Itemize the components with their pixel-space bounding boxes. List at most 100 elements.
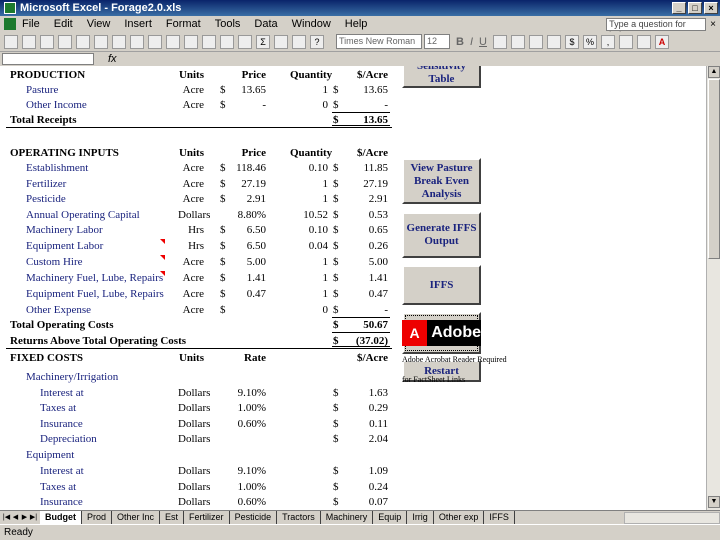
sheet-tab-iffs[interactable]: IFFS [484, 511, 515, 524]
help-search-input[interactable]: Type a question for help [606, 17, 707, 40]
email-icon[interactable] [76, 34, 90, 49]
comment-indicator-icon[interactable] [160, 255, 165, 260]
merge-icon[interactable] [546, 34, 561, 49]
comma-icon[interactable]: , [600, 34, 615, 49]
font-name-select[interactable]: Times New Roman [336, 34, 422, 49]
menu-tools[interactable]: Tools [215, 18, 241, 30]
table-row[interactable]: Annual Operating Capital Dollars 8.80% 10.5… [0, 208, 400, 223]
print-icon[interactable] [94, 34, 108, 49]
iffs-button[interactable]: IFFS [402, 265, 481, 305]
menu-help[interactable]: Help [345, 18, 368, 30]
menu-view[interactable]: View [87, 18, 111, 30]
sheet-tab-budget[interactable]: Budget [40, 511, 82, 524]
sort-icon[interactable] [274, 34, 288, 49]
table-row[interactable]: Establishment Acre $118.46 0.10 $11.85 [0, 161, 400, 176]
copy-icon[interactable] [166, 34, 180, 49]
print-preview-icon[interactable] [112, 34, 126, 49]
scroll-down-icon[interactable]: ▼ [708, 496, 720, 508]
table-row[interactable]: Machinery/Irrigation [0, 370, 400, 385]
chart-icon[interactable] [292, 34, 306, 49]
horizontal-scrollbar[interactable] [624, 511, 720, 524]
table-row[interactable]: Equipment Fuel, Lube, Repairs Acre $0.47 1 $… [0, 287, 400, 302]
close-button[interactable]: × [704, 2, 718, 14]
table-row[interactable]: Interest at Dollars 9.10% $1.63 [0, 386, 400, 401]
table-row[interactable]: PRODUCTION Units Price Quantity $/Acre [0, 68, 400, 83]
autosum-icon[interactable]: Σ [256, 34, 270, 49]
comment-indicator-icon[interactable] [160, 239, 165, 244]
percent-icon[interactable]: % [582, 34, 597, 49]
fill-color-icon[interactable] [636, 34, 651, 49]
spelling-icon[interactable] [130, 34, 144, 49]
align-center-icon[interactable] [510, 34, 525, 49]
help-icon[interactable]: ? [310, 34, 324, 49]
table-row[interactable]: Taxes at Dollars 1.00% $0.29 [0, 401, 400, 416]
table-row[interactable]: Custom Hire Acre $5.00 1 $5.00 [0, 255, 400, 270]
underline-icon[interactable]: U [479, 36, 487, 48]
table-row[interactable]: Total Operating Costs $50.67 [0, 318, 400, 333]
sheet-tab-other-inc[interactable]: Other Inc [112, 511, 161, 524]
cut-icon[interactable] [148, 34, 162, 49]
worksheet[interactable]: PRODUCTION Units Price Quantity $/Acre Pastur… [0, 66, 706, 510]
menu-format[interactable]: Format [166, 18, 201, 30]
table-row[interactable]: Machinery Fuel, Lube, Repairs Acre $1.41 1 $… [0, 271, 400, 286]
adobe-logo[interactable]: A Adobe [402, 320, 481, 346]
align-right-icon[interactable] [528, 34, 543, 49]
next-sheet-icon[interactable]: ▶ [20, 513, 29, 523]
table-row[interactable]: OPERATING INPUTS Units Price Quantity $/Acre [0, 146, 400, 161]
sheet-tab-pesticide[interactable]: Pesticide [229, 511, 278, 524]
workbook-icon[interactable] [4, 18, 16, 30]
sheet-tab-fertilizer[interactable]: Fertilizer [184, 511, 230, 524]
sheet-tab-equip[interactable]: Equip [373, 511, 408, 524]
table-row[interactable]: Returns Above Total Operating Costs $ (37.… [0, 334, 400, 349]
sensitivity-table-button[interactable]: Sensitivity Table [402, 66, 481, 88]
bold-icon[interactable]: B [456, 36, 464, 48]
table-row[interactable]: Machinery Labor Hrs $6.50 0.10 $0.65 [0, 223, 400, 238]
scroll-thumb[interactable] [708, 79, 720, 259]
sheet-tab-est[interactable]: Est [160, 511, 185, 524]
table-row[interactable]: Insurance Dollars 0.60% $0.07 [0, 495, 400, 510]
open-icon[interactable] [22, 34, 36, 49]
redo-icon[interactable] [220, 34, 234, 49]
borders-icon[interactable] [618, 34, 633, 49]
table-row[interactable]: Taxes at Dollars 1.00% $0.24 [0, 480, 400, 495]
paste-icon[interactable] [184, 34, 198, 49]
comment-indicator-icon[interactable] [160, 271, 165, 276]
currency-icon[interactable]: $ [564, 34, 579, 49]
generate-iffs-output-button[interactable]: Generate IFFS Output [402, 212, 481, 258]
menu-window[interactable]: Window [292, 18, 331, 30]
sheet-tab-machinery[interactable]: Machinery [320, 511, 374, 524]
sheet-tab-other-exp[interactable]: Other exp [433, 511, 485, 524]
sheet-tab-irrig[interactable]: Irrig [407, 511, 434, 524]
table-row[interactable]: Other Income Acre $ -0 $ - [0, 98, 400, 113]
new-icon[interactable] [4, 34, 18, 49]
table-row[interactable]: Pasture Acre $13.65 1 $13.65 [0, 83, 400, 98]
table-row[interactable]: Pesticide Acre $2.91 1 $2.91 [0, 192, 400, 207]
table-row[interactable]: Insurance Dollars 0.60% $0.11 [0, 417, 400, 432]
scroll-up-icon[interactable]: ▲ [708, 66, 720, 78]
minimize-button[interactable]: _ [672, 2, 686, 14]
table-row[interactable]: Interest at Dollars 9.10% $1.09 [0, 464, 400, 479]
align-left-icon[interactable] [492, 34, 507, 49]
table-row[interactable]: Equipment [0, 448, 400, 463]
table-row[interactable]: Fertilizer Acre $27.19 1 $27.19 [0, 177, 400, 192]
save-icon[interactable] [40, 34, 54, 49]
workbook-close-icon[interactable]: × [710, 19, 716, 30]
hyperlink-icon[interactable] [238, 34, 252, 49]
italic-icon[interactable]: I [470, 36, 473, 48]
table-row[interactable]: Depreciation Dollars $2.04 [0, 432, 400, 447]
table-row[interactable]: Equipment Labor Hrs $6.50 0.04 $0.26 [0, 239, 400, 254]
fx-icon[interactable]: fx [108, 53, 117, 65]
last-sheet-icon[interactable]: ▶| [29, 513, 38, 523]
sheet-tab-prod[interactable]: Prod [82, 511, 113, 524]
menu-edit[interactable]: Edit [54, 18, 73, 30]
table-row[interactable]: FIXED COSTS Units Rate $/Acre [0, 351, 400, 366]
prev-sheet-icon[interactable]: ◀ [11, 513, 20, 523]
table-row[interactable]: Other Expense Acre $0 $ - [0, 303, 400, 318]
menu-insert[interactable]: Insert [124, 18, 152, 30]
menu-data[interactable]: Data [254, 18, 277, 30]
name-box[interactable] [2, 53, 94, 65]
permission-icon[interactable] [58, 34, 72, 49]
font-size-select[interactable]: 12 [424, 34, 450, 49]
maximize-button[interactable]: □ [688, 2, 702, 14]
first-sheet-icon[interactable]: |◀ [2, 513, 11, 523]
